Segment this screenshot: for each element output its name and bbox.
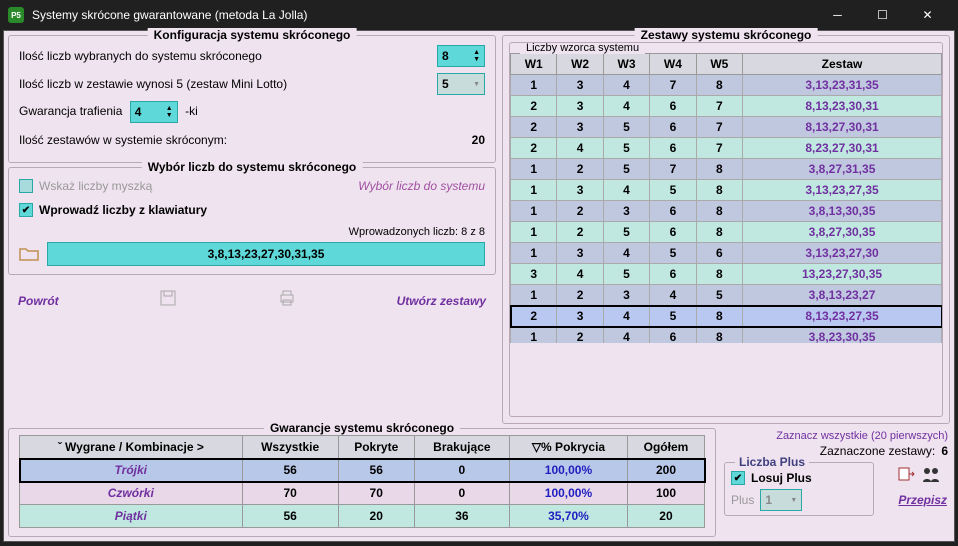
table-row[interactable]: 234588,13,23,27,35 [511, 306, 942, 327]
plus-label: Plus [731, 493, 754, 507]
guarantees-table: ˇ Wygrane / Kombinacje >WszystkiePokryte… [19, 435, 705, 528]
table-row[interactable]: Czwórki70700100,00%100 [20, 482, 705, 505]
guar-header[interactable]: ˇ Wygrane / Kombinacje > [20, 436, 243, 459]
sets-sublegend: Liczby wzorca systemu [520, 42, 645, 54]
minimize-button[interactable]: ─ [815, 0, 860, 30]
choice-hint: Wybór liczb do systemu [358, 179, 485, 193]
selection-panel: Zaznacz wszystkie (20 pierwszych) Zaznac… [722, 428, 950, 537]
table-row[interactable]: 134563,13,23,27,30 [511, 243, 942, 264]
table-row[interactable]: 3456813,23,27,30,35 [511, 264, 942, 285]
guar-header[interactable]: Wszystkie [242, 436, 338, 459]
sets-panel: Zestawy systemu skróconego Liczby wzorca… [502, 35, 950, 424]
mouse-checkbox[interactable] [19, 179, 33, 193]
sets-header[interactable]: W1 [511, 54, 557, 75]
table-row[interactable]: 134783,13,23,31,35 [511, 75, 942, 96]
guarantees-panel: Gwarancje systemu skróconego ˇ Wygrane /… [8, 428, 716, 537]
choice-legend: Wybór liczb do systemu skróconego [142, 160, 363, 174]
setsize-spinner: 5▼ [437, 73, 485, 95]
config-panel: Konfiguracja systemu skróconego Ilość li… [8, 35, 496, 163]
table-row[interactable]: 125783,8,27,31,35 [511, 159, 942, 180]
sets-table: W1W2W3W4W5Zestaw 134783,13,23,31,3523467… [510, 53, 942, 343]
window-title: Systemy skrócone gwarantowane (metoda La… [32, 8, 815, 22]
export-icon[interactable] [897, 465, 917, 485]
table-row[interactable]: 124683,8,23,30,35 [511, 327, 942, 344]
keyboard-checkbox[interactable]: ✔ [19, 203, 33, 217]
guar-header[interactable]: ▽% Pokrycia [509, 436, 627, 459]
entered-numbers[interactable]: 3,8,13,23,27,30,31,35 [47, 242, 485, 266]
sets-header[interactable]: W5 [696, 54, 742, 75]
table-row[interactable]: 234678,13,23,30,31 [511, 96, 942, 117]
config-legend: Konfiguracja systemu skróconego [148, 28, 357, 42]
table-row[interactable]: 125683,8,27,30,35 [511, 222, 942, 243]
table-row[interactable]: 123453,8,13,23,27 [511, 285, 942, 306]
table-row[interactable]: 134583,13,23,27,35 [511, 180, 942, 201]
close-button[interactable]: ✕ [905, 0, 950, 30]
create-link[interactable]: Utwórz zestawy [397, 294, 486, 308]
back-link[interactable]: Powrót [18, 294, 59, 308]
save-icon[interactable] [159, 289, 177, 312]
guar-header[interactable]: Pokryte [338, 436, 414, 459]
choice-panel: Wybór liczb do systemu skróconego Wskaż … [8, 167, 496, 275]
sets-header[interactable]: W2 [557, 54, 603, 75]
table-row[interactable]: Trójki56560100,00%200 [20, 459, 705, 482]
config-label-count: Ilość liczb wybranych do systemu skrócon… [19, 49, 437, 63]
plus-legend: Liczba Plus [735, 455, 809, 469]
config-label-total: Ilość zestawów w systemie skróconym: [19, 133, 437, 147]
przepisz-link[interactable]: Przepisz [898, 493, 947, 507]
sets-header[interactable]: W3 [603, 54, 649, 75]
entered-count-label: Wprowadzonych liczb: 8 z 8 [19, 226, 485, 238]
users-icon[interactable] [921, 465, 941, 485]
table-row[interactable]: 245678,23,27,30,31 [511, 138, 942, 159]
print-icon[interactable] [278, 289, 296, 312]
config-label-setsize: Ilość liczb w zestawie wynosi 5 (zestaw … [19, 77, 437, 91]
count-spinner[interactable]: 8▲▼ [437, 45, 485, 67]
mouse-label: Wskaż liczby myszką [39, 179, 152, 193]
table-row[interactable]: 123683,8,13,30,35 [511, 201, 942, 222]
plus-spinner: 1▼ [760, 489, 802, 511]
sets-header[interactable]: W4 [650, 54, 696, 75]
sets-legend: Zestawy systemu skróconego [635, 28, 818, 42]
plus-panel: Liczba Plus ✔ Losuj Plus Plus 1▼ Przepis… [724, 462, 874, 516]
mark-all-link[interactable]: Zaznacz wszystkie (20 pierwszych) [724, 430, 948, 442]
table-row[interactable]: 235678,13,27,30,31 [511, 117, 942, 138]
guarantee-spinner[interactable]: 4▲▼ [130, 101, 178, 123]
guar-header[interactable]: Ogółem [627, 436, 704, 459]
losuj-label: Losuj Plus [751, 471, 812, 485]
folder-icon[interactable] [19, 246, 39, 262]
app-logo: P5 [8, 7, 24, 23]
guarantees-legend: Gwarancje systemu skróconego [264, 421, 460, 435]
losuj-checkbox[interactable]: ✔ [731, 471, 745, 485]
sets-scroll[interactable]: W1W2W3W4W5Zestaw 134783,13,23,31,3523467… [510, 43, 942, 343]
keyboard-label: Wprowadź liczby z klawiatury [39, 203, 207, 217]
config-total-value: 20 [437, 133, 485, 147]
sets-header[interactable]: Zestaw [743, 54, 942, 75]
table-row[interactable]: Piątki56203635,70%20 [20, 505, 705, 528]
guar-header[interactable]: Brakujące [414, 436, 509, 459]
maximize-button[interactable]: ☐ [860, 0, 905, 30]
config-label-guarantee: Gwarancja trafienia 4▲▼ -ki [19, 101, 485, 123]
